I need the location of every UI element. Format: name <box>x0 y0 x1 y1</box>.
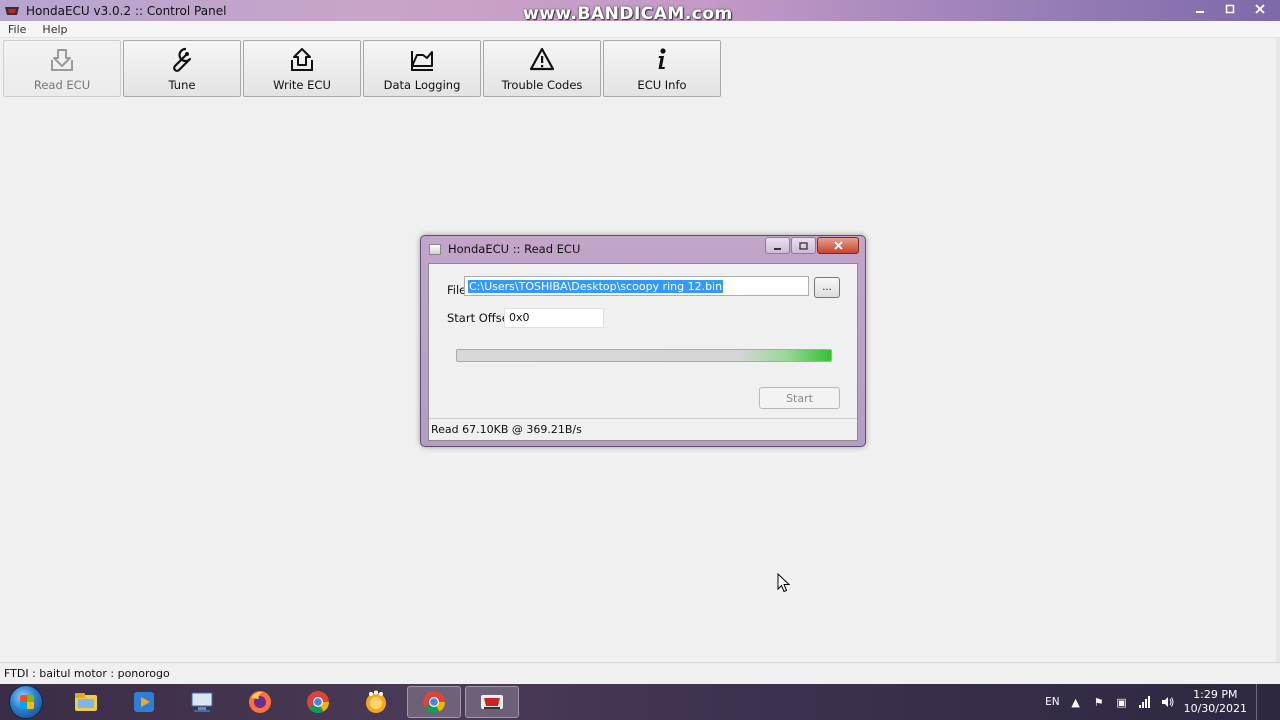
taskbar-file-explorer[interactable] <box>59 686 113 718</box>
mouse-cursor-icon <box>777 573 791 593</box>
menu-help[interactable]: Help <box>34 23 75 36</box>
dialog-app-icon <box>429 243 441 255</box>
dialog-close-button[interactable] <box>817 237 859 254</box>
read-progress-bar <box>456 349 832 362</box>
ecu-info-label: ECU Info <box>637 78 687 92</box>
taskbar-chrome[interactable] <box>291 686 345 718</box>
trouble-codes-label: Trouble Codes <box>501 78 583 92</box>
menu-file[interactable]: File <box>0 23 34 36</box>
show-hidden-icons-icon[interactable]: ▲ <box>1069 695 1083 709</box>
taskbar-network[interactable] <box>175 686 229 718</box>
volume-icon[interactable] <box>1161 695 1175 709</box>
dialog-body: File C:\Users\TOSHIBA\Desktop\scoopy rin… <box>428 263 858 441</box>
taskbar-chrome-running[interactable] <box>407 686 461 718</box>
action-center-icon[interactable]: ⚑ <box>1092 695 1106 709</box>
progress-fill <box>457 350 831 361</box>
read-ecu-dialog: HondaECU :: Read ECU File C:\Users\TOSHI… <box>420 235 866 447</box>
clock-date: 10/30/2021 <box>1183 702 1247 715</box>
honda-app-icon <box>5 6 19 15</box>
chrome-running-icon <box>423 691 445 713</box>
minimize-button[interactable] <box>1186 0 1214 18</box>
maximize-button[interactable] <box>1216 0 1244 18</box>
status-text: FTDI : baitul motor : ponorogo <box>4 667 170 680</box>
maximize-icon <box>1225 4 1235 14</box>
media-player-icon <box>134 692 154 712</box>
read-status-text: Read 67.10KB @ 369.21B/s <box>431 423 582 436</box>
dialog-title-bar[interactable]: HondaECU :: Read ECU <box>421 236 865 262</box>
taskbar: EN ▲ ⚑ ▣ 1:29 PM 10/30/2021 <box>0 684 1280 720</box>
right-window-edge <box>1276 38 1280 662</box>
write-ecu-label: Write ECU <box>273 78 331 92</box>
trouble-codes-button[interactable]: Trouble Codes <box>483 40 601 97</box>
read-ecu-button[interactable]: Read ECU <box>3 40 121 97</box>
clock-time: 1:29 PM <box>1193 688 1238 701</box>
chrome-icon <box>307 691 329 713</box>
device-icon[interactable]: ▣ <box>1115 695 1129 709</box>
start-button[interactable] <box>9 685 43 719</box>
write-ecu-button[interactable]: Write ECU <box>243 40 361 97</box>
tune-label: Tune <box>168 78 196 92</box>
orange-app-icon <box>366 690 386 713</box>
tune-button[interactable]: Tune <box>123 40 241 97</box>
taskbar-media-player[interactable] <box>117 686 171 718</box>
close-button[interactable] <box>1246 0 1274 18</box>
data-logging-button[interactable]: Data Logging <box>363 40 481 97</box>
title-bar: HondaECU v3.0.2 :: Control Panel www.BAN… <box>0 0 1280 24</box>
dialog-status-bar: Read 67.10KB @ 369.21B/s <box>429 418 857 440</box>
network-computer-icon <box>191 692 213 712</box>
minimize-icon <box>1196 11 1204 13</box>
start-button[interactable]: Start <box>759 387 840 409</box>
close-icon <box>1255 4 1265 14</box>
info-icon <box>658 48 666 69</box>
dialog-title: HondaECU :: Read ECU <box>448 242 581 256</box>
signal-icon[interactable] <box>1138 695 1152 709</box>
close-icon <box>833 241 843 250</box>
firefox-icon <box>249 691 271 713</box>
warning-icon <box>529 47 555 71</box>
language-indicator[interactable]: EN <box>1045 696 1060 708</box>
browse-button[interactable]: ... <box>814 277 840 298</box>
file-path-input[interactable]: C:\Users\TOSHIBA\Desktop\scoopy ring 12.… <box>464 276 809 296</box>
wrench-icon <box>173 47 192 72</box>
file-explorer-icon <box>75 693 97 711</box>
taskbar-firefox[interactable] <box>233 686 287 718</box>
data-logging-label: Data Logging <box>383 78 461 92</box>
start-offset-input[interactable]: 0x0 <box>504 308 604 328</box>
read-ecu-icon <box>51 49 73 71</box>
status-bar: FTDI : baitul motor : ponorogo <box>0 662 1280 684</box>
write-ecu-icon <box>291 48 313 71</box>
taskbar-hondaecu[interactable] <box>465 686 519 718</box>
taskbar-orange-app[interactable] <box>349 686 403 718</box>
main-toolbar: Read ECU Tune Write ECU Data Logging Tro… <box>3 40 721 97</box>
hondaecu-icon <box>481 695 503 709</box>
menu-bar: File Help <box>0 21 1280 38</box>
show-desktop-button[interactable] <box>1256 684 1266 720</box>
dialog-minimize-button[interactable] <box>765 237 790 254</box>
minimize-icon <box>774 247 781 250</box>
graph-icon <box>411 51 433 71</box>
dialog-maximize-button[interactable] <box>791 237 816 254</box>
system-tray: EN ▲ ⚑ ▣ 1:29 PM 10/30/2021 <box>1045 684 1280 720</box>
ecu-info-button[interactable]: ECU Info <box>603 40 721 97</box>
window-title: HondaECU v3.0.2 :: Control Panel <box>26 3 227 18</box>
system-clock[interactable]: 1:29 PM 10/30/2021 <box>1184 688 1247 716</box>
file-path-value: C:\Users\TOSHIBA\Desktop\scoopy ring 12.… <box>468 279 724 293</box>
read-ecu-label: Read ECU <box>33 78 91 92</box>
maximize-icon <box>799 241 808 250</box>
